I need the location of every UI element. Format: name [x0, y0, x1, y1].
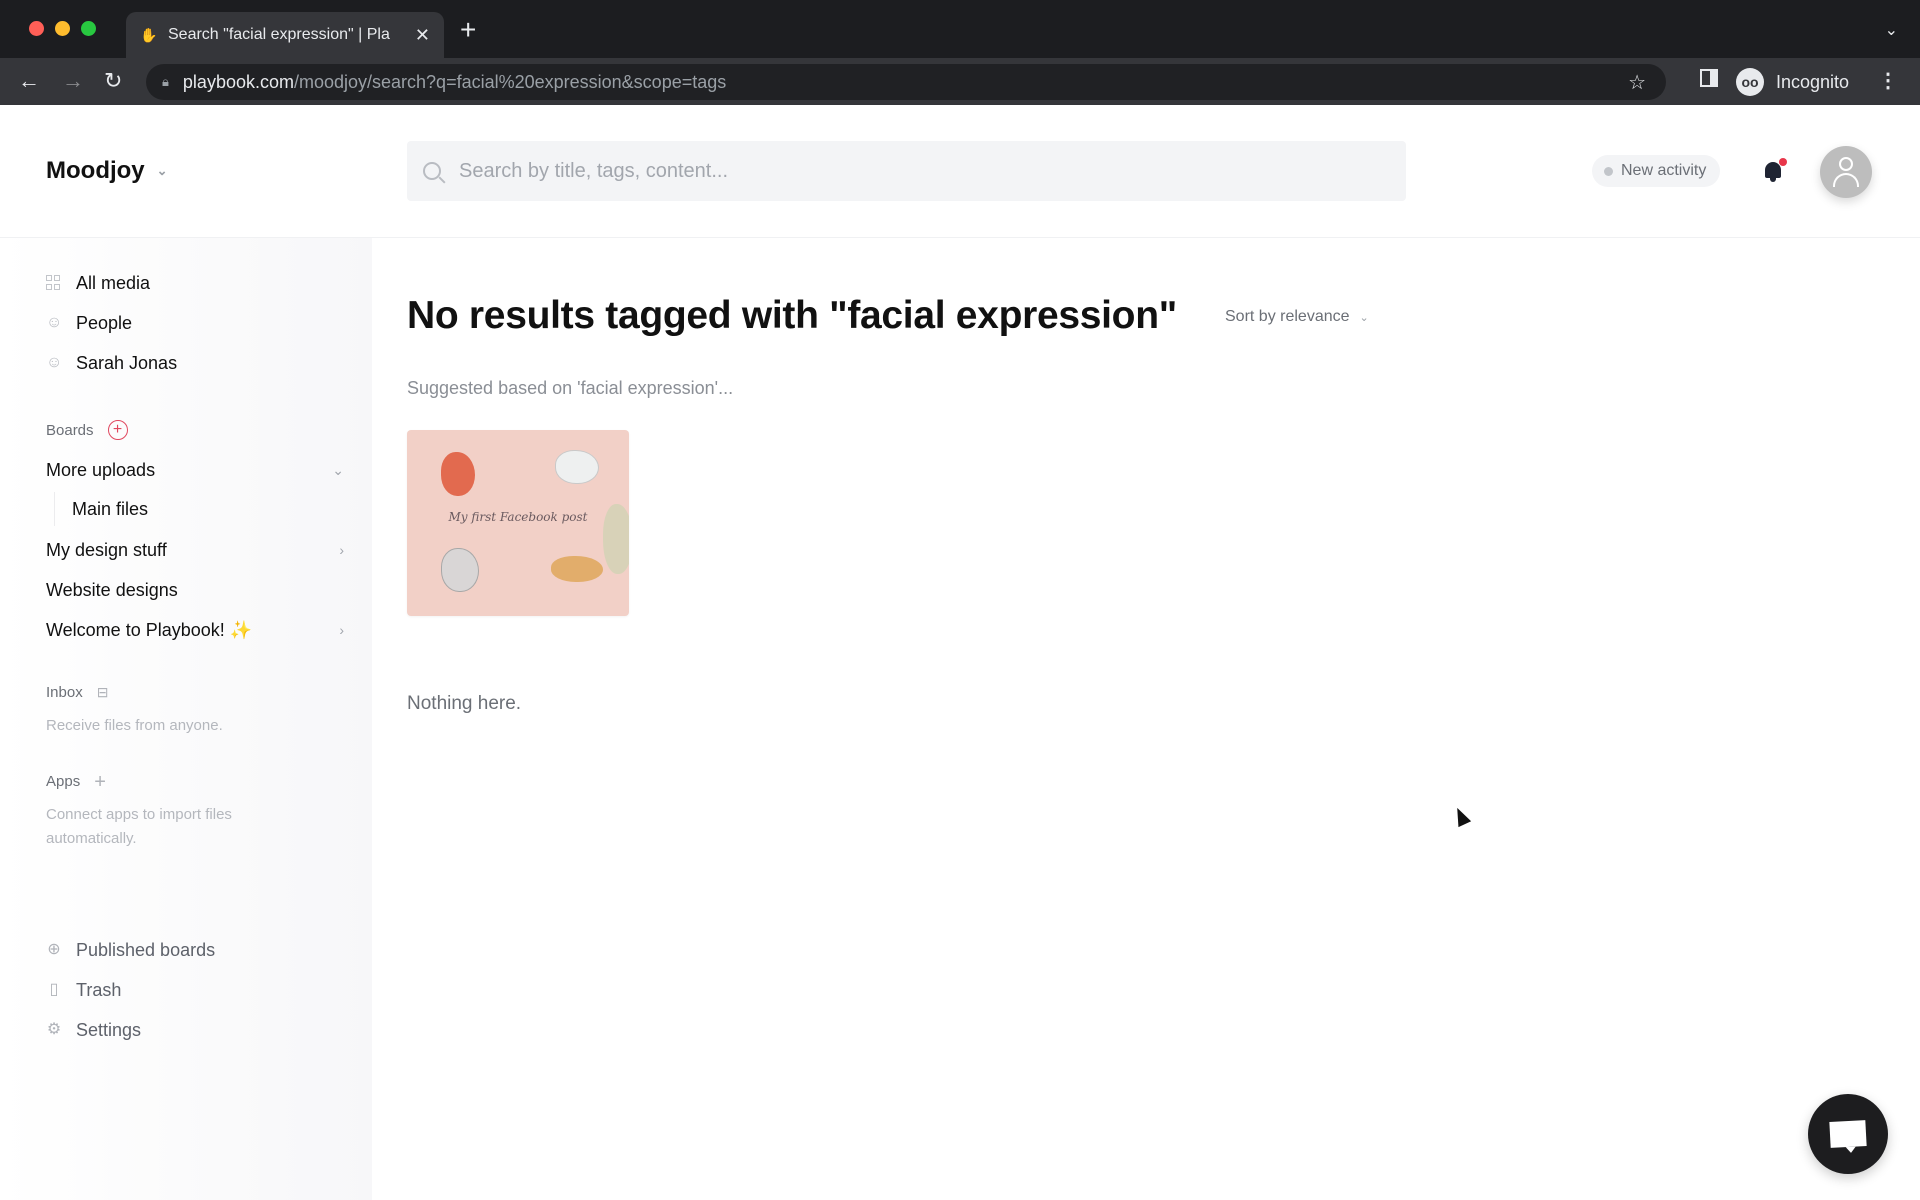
forward-arrow-icon[interactable]: →: [62, 68, 84, 94]
workspace-name: Moodjoy: [46, 157, 145, 184]
sidebar-item-settings[interactable]: ⚙ Settings: [46, 1017, 141, 1043]
add-board-icon[interactable]: +: [107, 420, 128, 440]
apps-label: Apps: [46, 773, 81, 790]
board-welcome-to-playbook[interactable]: Welcome to Playbook! ✨ ›: [46, 617, 344, 643]
board-label: More uploads: [46, 459, 156, 480]
user-avatar[interactable]: [1820, 146, 1872, 198]
board-main-files[interactable]: Main files: [54, 492, 148, 526]
sort-label: Sort by relevance: [1225, 308, 1350, 325]
chevron-right-icon[interactable]: ›: [339, 542, 344, 558]
board-label: Website designs: [46, 579, 178, 600]
empty-state-text: Nothing here.: [407, 693, 522, 714]
browser-tab[interactable]: ✋ Search "facial expression" | Pla ✕: [126, 12, 444, 58]
trash-icon: ▯: [49, 981, 59, 998]
sidebar-item-label: All media: [76, 272, 151, 293]
cat-illustration: [441, 452, 475, 496]
incognito-label: Incognito: [1776, 71, 1850, 92]
sidebar-item-sarah-jonas[interactable]: ☺ Sarah Jonas: [46, 350, 177, 376]
maximize-window-button[interactable]: [81, 21, 96, 36]
url-host: playbook.com: [182, 71, 294, 92]
chat-support-button[interactable]: [1808, 1094, 1888, 1174]
sidebar-item-label: Settings: [76, 1019, 142, 1040]
inbox-tray-icon: ⊟: [96, 684, 109, 700]
board-more-uploads[interactable]: More uploads ⌄: [46, 457, 344, 483]
sidebar-item-label: Published boards: [76, 939, 216, 960]
sidebar-item-trash[interactable]: ▯ Trash: [46, 977, 122, 1003]
bookmark-star-icon[interactable]: ☆: [1628, 70, 1646, 95]
chat-bubble-icon: [1829, 1120, 1867, 1148]
browser-chrome: ✋ Search "facial expression" | Pla ✕ + ⌄…: [0, 0, 1920, 105]
sidebar-item-label: Trash: [76, 979, 122, 1000]
new-tab-button[interactable]: +: [460, 16, 476, 44]
sort-dropdown[interactable]: Sort by relevance ⌄: [1225, 308, 1369, 326]
new-activity-button[interactable]: New activity: [1592, 155, 1721, 187]
search-icon: [423, 162, 441, 180]
close-window-button[interactable]: [29, 21, 44, 36]
new-activity-label: New activity: [1621, 162, 1707, 179]
boards-label: Boards: [46, 421, 94, 439]
search-input[interactable]: [459, 159, 1359, 183]
card-caption: My first Facebook post: [448, 510, 588, 524]
minimize-window-button[interactable]: [55, 21, 70, 36]
inbox-helper-text: Receive files from anyone.: [46, 717, 223, 734]
cat-illustration: [441, 548, 479, 592]
board-label: Welcome to Playbook! ✨: [46, 619, 253, 640]
chevron-down-icon: ⌄: [1359, 311, 1369, 324]
apps-helper-text: Connect apps to import files automatical…: [46, 806, 232, 847]
globe-icon: ⊕: [47, 941, 61, 958]
apps-section-header: Apps +: [46, 772, 106, 792]
address-bar[interactable]: 🔒︎ playbook.com/moodjoy/search?q=facial%…: [146, 64, 1666, 100]
board-label: My design stuff: [46, 539, 167, 560]
sidebar: All media ☺︎ People ☺ Sarah Jonas Boards…: [0, 238, 372, 1200]
sidebar-item-people[interactable]: ☺︎ People: [46, 310, 132, 336]
sidebar-item-published-boards[interactable]: ⊕ Published boards: [46, 937, 215, 963]
cat-illustration: [555, 450, 599, 484]
tab-title: Search "facial expression" | Pla: [168, 26, 390, 43]
chevron-right-icon[interactable]: ›: [339, 622, 344, 638]
sidebar-item-all-media[interactable]: All media: [46, 270, 150, 296]
app-header: Moodjoy ⌄ New activity: [0, 105, 1920, 238]
inbox-label: Inbox: [46, 684, 83, 701]
tab-bar: ✋ Search "facial expression" | Pla ✕ + ⌄: [0, 0, 1920, 58]
search-bar[interactable]: [407, 141, 1406, 201]
playbook-favicon-icon: ✋: [140, 27, 158, 43]
incognito-icon: oo: [1736, 68, 1764, 96]
sidebar-item-label: People: [76, 312, 133, 333]
chevron-down-icon[interactable]: ⌄: [332, 462, 344, 479]
inbox-section-header[interactable]: Inbox ⊟: [46, 684, 108, 701]
boards-section-header: Boards +: [46, 420, 128, 440]
workspace-switcher[interactable]: Moodjoy ⌄: [46, 157, 168, 185]
url-path: /moodjoy/search?q=facial%20expression&sc…: [293, 71, 727, 92]
cat-illustration: [551, 556, 603, 582]
tab-list-chevron-icon[interactable]: ⌄: [1885, 20, 1898, 40]
browser-menu-icon[interactable]: ⋮: [1878, 68, 1898, 93]
suggested-label: Suggested based on 'facial expression'..…: [407, 378, 734, 398]
add-app-icon[interactable]: +: [94, 772, 106, 792]
person-icon: ☺︎: [46, 314, 63, 331]
side-panel-icon[interactable]: [1700, 69, 1718, 87]
back-arrow-icon[interactable]: ←: [18, 68, 40, 94]
grid-icon: [46, 275, 62, 291]
reload-icon[interactable]: ↻: [104, 68, 122, 94]
board-website-designs[interactable]: Website designs: [46, 577, 344, 603]
close-tab-icon[interactable]: ✕: [415, 25, 430, 46]
sidebar-item-label: Sarah Jonas: [76, 352, 178, 373]
page-title: No results tagged with "facial expressio…: [407, 294, 1177, 337]
incognito-profile[interactable]: oo Incognito: [1736, 64, 1849, 100]
suggested-media-card[interactable]: My first Facebook post: [407, 430, 629, 616]
notification-badge: [1779, 158, 1787, 166]
board-my-design-stuff[interactable]: My design stuff ›: [46, 537, 344, 563]
lock-icon: 🔒︎: [162, 74, 169, 89]
user-icon: [1839, 157, 1853, 171]
main-content: No results tagged with "facial expressio…: [372, 238, 1920, 1200]
status-dot: [1604, 166, 1613, 176]
browser-toolbar: ← → ↻ 🔒︎ playbook.com/moodjoy/search?q=f…: [0, 58, 1920, 105]
board-label: Main files: [72, 498, 149, 519]
notifications-bell-icon[interactable]: [1763, 158, 1787, 182]
chevron-down-icon: ⌄: [156, 163, 168, 178]
gear-icon: ⚙: [46, 1021, 62, 1038]
smiley-icon: ☺: [46, 354, 63, 371]
